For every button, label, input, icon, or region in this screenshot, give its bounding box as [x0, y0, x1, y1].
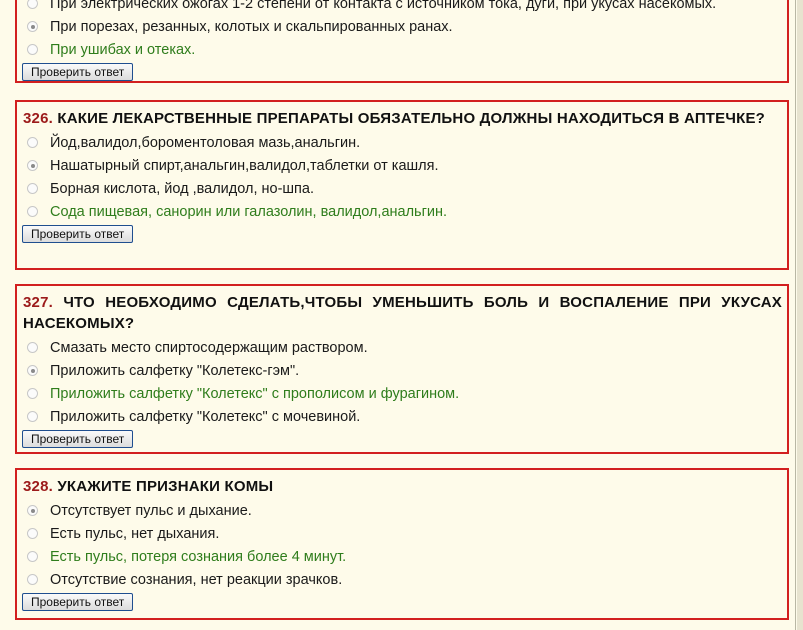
- question-number: 328.: [23, 478, 53, 495]
- answer-label: Сода пищевая, санорин или галазолин, вал…: [50, 203, 448, 220]
- answer-option[interactable]: Есть пульс, потеря сознания более 4 мину…: [17, 545, 787, 568]
- radio-button[interactable]: [27, 528, 38, 539]
- answer-label: При ушибах и отеках.: [50, 41, 196, 58]
- answer-label: Приложить салфетку "Колетекс-гэм".: [50, 362, 300, 379]
- radio-button[interactable]: [27, 505, 38, 516]
- answer-label: Есть пульс, потеря сознания более 4 мину…: [50, 548, 347, 565]
- question-card-top: При электрических ожогах 1-2 степени от …: [15, 0, 789, 83]
- answer-option[interactable]: Йод,валидол,бороментоловая мазь,анальгин…: [17, 131, 787, 154]
- question-number: 326.: [23, 110, 53, 127]
- answer-label: Нашатырный спирт,анальгин,валидол,таблет…: [50, 157, 439, 174]
- question-heading: 326. КАКИЕ ЛЕКАРСТВЕННЫЕ ПРЕПАРАТЫ ОБЯЗА…: [17, 102, 787, 131]
- question-heading: 327. ЧТО НЕОБХОДИМО СДЕЛАТЬ,ЧТОБЫ УМЕНЬШ…: [17, 286, 787, 336]
- question-card-328: 328. УКАЖИТЕ ПРИЗНАКИ КОМЫ Отсутствует п…: [15, 468, 789, 620]
- answer-option[interactable]: Приложить салфетку "Колетекс-гэм".: [17, 359, 787, 382]
- answer-option[interactable]: Смазать место спиртосодержащим раствором…: [17, 336, 787, 359]
- answer-label: Приложить салфетку "Колетекс" с прополис…: [50, 385, 460, 402]
- answer-option[interactable]: Приложить салфетку "Колетекс" с мочевино…: [17, 405, 787, 428]
- radio-button[interactable]: [27, 0, 38, 9]
- question-text: КАКИЕ ЛЕКАРСТВЕННЫЕ ПРЕПАРАТЫ ОБЯЗАТЕЛЬН…: [57, 110, 766, 127]
- answer-option[interactable]: Борная кислота, йод ,валидол, но-шпа.: [17, 177, 787, 200]
- answer-option[interactable]: Приложить салфетку "Колетекс" с прополис…: [17, 382, 787, 405]
- radio-button[interactable]: [27, 206, 38, 217]
- radio-button[interactable]: [27, 183, 38, 194]
- question-text: ЧТО НЕОБХОДИМО СДЕЛАТЬ,ЧТОБЫ УМЕНЬШИТЬ Б…: [23, 294, 782, 332]
- answer-label: Отсутствие сознания, нет реакции зрачков…: [50, 571, 343, 588]
- check-answer-button[interactable]: Проверить ответ: [22, 430, 134, 448]
- scrollbar-track[interactable]: [797, 0, 803, 630]
- question-heading: 328. УКАЖИТЕ ПРИЗНАКИ КОМЫ: [17, 470, 787, 499]
- answer-label: Борная кислота, йод ,валидол, но-шпа.: [50, 180, 314, 197]
- answer-label: Йод,валидол,бороментоловая мазь,анальгин…: [50, 134, 361, 151]
- radio-button[interactable]: [27, 388, 38, 399]
- question-card-326: 326. КАКИЕ ЛЕКАРСТВЕННЫЕ ПРЕПАРАТЫ ОБЯЗА…: [15, 100, 789, 270]
- answer-option[interactable]: При ушибах и отеках.: [17, 38, 787, 61]
- answer-label: Приложить салфетку "Колетекс" с мочевино…: [50, 408, 361, 425]
- answer-option[interactable]: Есть пульс, нет дыхания.: [17, 522, 787, 545]
- answer-label: Отсутствует пульс и дыхание.: [50, 502, 252, 519]
- radio-button[interactable]: [27, 551, 38, 562]
- answer-label: При электрических ожогах 1-2 степени от …: [50, 0, 717, 12]
- question-text: УКАЖИТЕ ПРИЗНАКИ КОМЫ: [57, 478, 274, 495]
- radio-button[interactable]: [27, 44, 38, 55]
- answer-option[interactable]: Сода пищевая, санорин или галазолин, вал…: [17, 200, 787, 223]
- question-card-327: 327. ЧТО НЕОБХОДИМО СДЕЛАТЬ,ЧТОБЫ УМЕНЬШ…: [15, 284, 789, 454]
- answer-label: Смазать место спиртосодержащим раствором…: [50, 339, 368, 356]
- radio-button[interactable]: [27, 21, 38, 32]
- radio-button[interactable]: [27, 160, 38, 171]
- answer-option[interactable]: Нашатырный спирт,анальгин,валидол,таблет…: [17, 154, 787, 177]
- check-answer-button[interactable]: Проверить ответ: [22, 63, 134, 81]
- answer-label: При порезах, резанных, колотых и скальпи…: [50, 18, 453, 35]
- check-answer-button[interactable]: Проверить ответ: [22, 593, 134, 611]
- radio-button[interactable]: [27, 342, 38, 353]
- check-answer-button[interactable]: Проверить ответ: [22, 225, 134, 243]
- answer-label: Есть пульс, нет дыхания.: [50, 525, 220, 542]
- answer-option[interactable]: Отсутствует пульс и дыхание.: [17, 499, 787, 522]
- radio-button[interactable]: [27, 365, 38, 376]
- radio-button[interactable]: [27, 574, 38, 585]
- radio-button[interactable]: [27, 411, 38, 422]
- answer-option[interactable]: При электрических ожогах 1-2 степени от …: [17, 0, 787, 15]
- radio-button[interactable]: [27, 137, 38, 148]
- answer-option[interactable]: При порезах, резанных, колотых и скальпи…: [17, 15, 787, 38]
- answer-option[interactable]: Отсутствие сознания, нет реакции зрачков…: [17, 568, 787, 591]
- question-number: 327.: [23, 294, 53, 311]
